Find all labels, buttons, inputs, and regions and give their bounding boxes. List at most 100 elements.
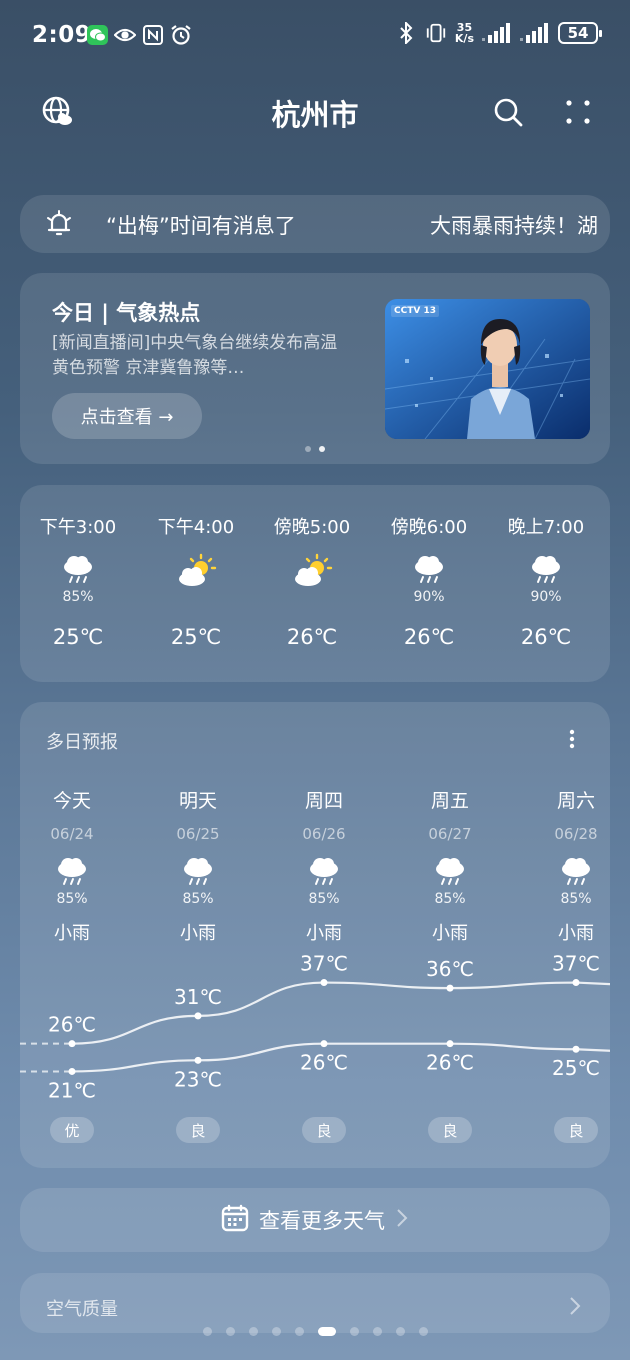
rain-cloud-icon: [491, 553, 601, 589]
rain-cloud-icon: [531, 855, 621, 891]
eye-icon: [114, 24, 136, 46]
high-temp-label: 37℃: [552, 952, 600, 976]
bell-alert-icon: [46, 210, 72, 242]
aqi-badge[interactable]: 良: [428, 1117, 472, 1143]
aqi-badge[interactable]: 优: [50, 1117, 94, 1143]
low-temp-point: [446, 1040, 454, 1048]
wechat-icon: [86, 24, 108, 46]
news-ticker[interactable]: “出梅”时间有消息了 大雨暴雨持续！湖: [20, 195, 610, 253]
high-temp-point: [320, 979, 328, 987]
news-description: [新闻直播间]中央气象台继续发布高温黄色预警 京津冀鲁豫等…: [52, 333, 338, 378]
hour-time: 傍晚5:00: [273, 517, 351, 538]
rain-cloud-icon: [23, 553, 133, 589]
view-news-button[interactable]: 点击查看 →: [52, 393, 202, 439]
search-button[interactable]: [488, 92, 528, 132]
low-temp-point: [194, 1056, 202, 1064]
day-date: 06/25: [176, 825, 220, 843]
page-dot: [294, 1327, 304, 1336]
ticker-headline: “出梅”时间有消息了: [106, 214, 296, 238]
weather-news-card[interactable]: 今日 | 气象热点 [新闻直播间]中央气象台继续发布高温黄色预警 京津冀鲁豫等……: [20, 273, 610, 464]
day-precip: 85%: [308, 891, 340, 907]
status-bar: 2:09 35 K/s 54: [0, 0, 630, 72]
battery-indicator: 54: [558, 22, 602, 44]
aqi-badge[interactable]: 良: [554, 1117, 598, 1143]
low-temp-point: [320, 1040, 328, 1048]
low-temp-label: 23℃: [174, 1067, 222, 1091]
more-weather-label: 查看更多天气: [259, 1209, 385, 1233]
high-temp-line: [71, 981, 610, 1045]
day-date: 06/26: [302, 825, 346, 843]
alarm-icon: [170, 24, 192, 46]
nfc-icon: [142, 24, 164, 46]
daily-more-button[interactable]: [560, 724, 584, 754]
news-title: 今日 | 气象热点: [52, 301, 201, 325]
news-thumbnail[interactable]: CCTV 13: [385, 299, 590, 439]
rain-cloud-icon: [405, 855, 495, 891]
signal-icon: [482, 22, 512, 44]
hour-temp: 25℃: [170, 625, 222, 649]
air-quality-card[interactable]: 空气质量: [20, 1273, 610, 1333]
hour-time: 傍晚6:00: [390, 517, 468, 538]
menu-button[interactable]: [558, 92, 598, 132]
low-temp-label: 25℃: [552, 1056, 600, 1080]
page-dot: [418, 1327, 428, 1336]
day-date: 06/27: [428, 825, 472, 843]
high-temp-point: [446, 984, 454, 992]
rain-cloud-icon: [374, 553, 484, 589]
vibrate-icon: [425, 22, 447, 44]
carousel-dot-active: [319, 446, 325, 452]
app-header: 杭州市: [0, 80, 630, 144]
carousel-dot: [305, 446, 311, 452]
page-dot: [349, 1327, 359, 1336]
vertical-dots-icon: [569, 729, 575, 749]
more-weather-button[interactable]: 查看更多天气: [20, 1188, 610, 1252]
hour-precip: [141, 589, 251, 607]
hour-temp: 26℃: [403, 625, 455, 649]
low-temp-label: 21℃: [48, 1078, 96, 1102]
ticker-headline-next: 大雨暴雨持续！湖: [430, 214, 598, 238]
aqi-badge[interactable]: 良: [176, 1117, 220, 1143]
calendar-icon: [221, 1204, 249, 1236]
hour-time: 下午3:00: [39, 517, 117, 538]
hour-temp: 26℃: [286, 625, 338, 649]
day-name: 今天: [52, 790, 91, 812]
hour-item: 下午3:00 85% 25℃: [23, 513, 133, 649]
page-dot-active: [317, 1327, 336, 1336]
hourly-forecast[interactable]: 下午3:00 85% 25℃ 下午4:00 25℃ 傍晚5:00 26℃ 傍晚6…: [20, 485, 610, 682]
low-temp-point: [68, 1067, 76, 1075]
hour-time: 下午4:00: [157, 517, 235, 538]
high-temp-point: [572, 979, 580, 987]
temperature-chart: 26℃ 31℃ 37℃ 36℃ 37℃ 21℃ 23℃ 26℃ 26℃ 25℃: [20, 952, 610, 1102]
chevron-right-icon: [395, 1207, 409, 1233]
rain-cloud-icon: [27, 855, 117, 891]
page-dot: [225, 1327, 235, 1336]
page-dot: [202, 1327, 212, 1336]
hour-temp: 25℃: [52, 625, 104, 649]
hour-precip: 90%: [530, 589, 562, 605]
signal-icon-2: [520, 22, 550, 44]
search-icon: [494, 98, 523, 127]
high-temp-point: [68, 1040, 76, 1048]
news-carousel-dots: [305, 446, 325, 452]
notification-icons: [86, 24, 192, 46]
day-name: 周六: [556, 790, 595, 812]
multi-day-forecast[interactable]: 多日预报 今天 06/24 85% 小雨 明天 06/25 85% 小雨 周四 …: [20, 702, 610, 1168]
day-precip: 85%: [56, 891, 88, 907]
net-speed-unit: K/s: [454, 32, 474, 45]
low-temp-label: 26℃: [300, 1051, 348, 1075]
hour-precip: 90%: [413, 589, 445, 605]
air-quality-label: 空气质量: [46, 1299, 118, 1320]
day-date: 06/28: [554, 825, 598, 843]
day-name: 周四: [304, 790, 343, 812]
partly-sunny-icon: [141, 553, 251, 589]
page-dot: [248, 1327, 258, 1336]
hour-item: 下午4:00 25℃: [141, 513, 251, 649]
high-temp-label: 37℃: [300, 952, 348, 976]
aqi-badge[interactable]: 良: [302, 1117, 346, 1143]
bluetooth-icon: [395, 22, 417, 44]
city-title[interactable]: 杭州市: [0, 92, 630, 134]
rain-cloud-icon: [279, 855, 369, 891]
day-date: 06/24: [50, 825, 94, 843]
high-temp-label: 36℃: [426, 957, 474, 981]
hour-time: 晚上7:00: [507, 517, 585, 538]
